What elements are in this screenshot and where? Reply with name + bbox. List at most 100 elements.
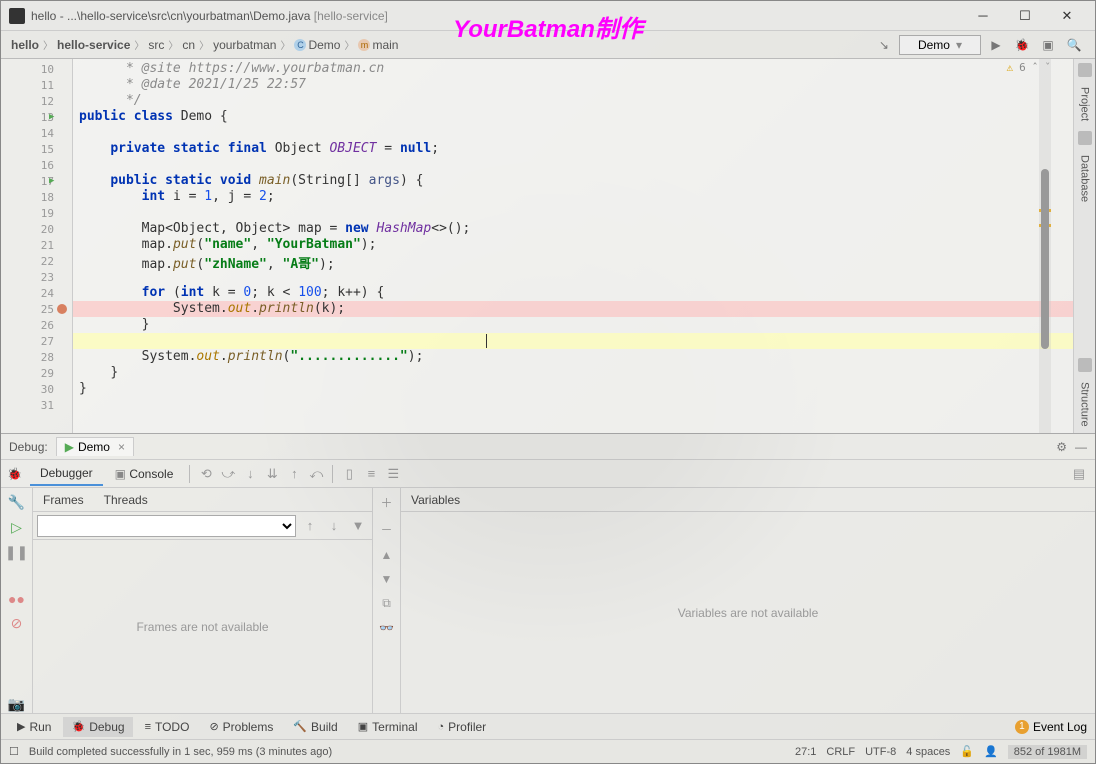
copy-icon[interactable]: ⧉ <box>382 596 391 611</box>
crumb-cn[interactable]: cn <box>182 38 195 52</box>
debug-button[interactable]: 🐞 <box>1011 34 1033 56</box>
code-editor[interactable]: 10111213▶14151617▶1819202122232425262728… <box>1 59 1073 433</box>
down-icon[interactable]: ▼ <box>381 572 393 586</box>
terminal-tool-tab[interactable]: ▣Terminal <box>350 717 426 737</box>
project-tab[interactable]: Project <box>1077 81 1093 127</box>
evaluate-icon[interactable]: ≡ <box>361 464 381 484</box>
memory-indicator[interactable]: 852 of 1981M <box>1008 745 1087 759</box>
step-restart-icon[interactable]: ⟲ <box>196 464 216 484</box>
maximize-button[interactable]: ☐ <box>1005 4 1045 28</box>
run-gutter-icon[interactable]: ▶ <box>49 176 54 186</box>
project-tab-icon[interactable] <box>1078 63 1092 77</box>
settings-icon[interactable]: 🔧 <box>8 494 25 511</box>
thread-selector[interactable] <box>37 515 296 537</box>
frames-pane: Frames Threads ↑ ↓ ▼ Frames are not avai… <box>33 488 373 713</box>
structure-tab[interactable]: Structure <box>1077 376 1093 433</box>
code-area[interactable]: * @site https://www.yourbatman.cn * @dat… <box>73 59 1073 433</box>
readonly-icon[interactable]: 🔓 <box>960 745 974 758</box>
database-tab[interactable]: Database <box>1077 149 1093 208</box>
status-icon[interactable]: ☐ <box>9 745 19 758</box>
indent-setting[interactable]: 4 spaces <box>906 746 950 758</box>
variables-empty-text: Variables are not available <box>401 512 1095 713</box>
coverage-button[interactable]: ▣ <box>1037 34 1059 56</box>
breakpoint-icon[interactable] <box>57 304 67 314</box>
debug-tool-window: Debug: ▶ Demo × ⚙ — 🐞 Debugger ▣ Console… <box>1 433 1095 713</box>
frames-empty-text: Frames are not available <box>33 540 372 713</box>
filter-icon[interactable]: ▼ <box>348 516 368 536</box>
view-breakpoints-icon[interactable]: ●● <box>8 591 25 607</box>
run-gutter-icon[interactable]: ▶ <box>49 112 54 122</box>
camera-icon[interactable]: 📷 <box>8 696 25 713</box>
run-config-selector[interactable]: Demo▾ <box>899 35 981 55</box>
force-step-into-icon[interactable]: ⇊ <box>262 464 282 484</box>
status-message: Build completed successfully in 1 sec, 9… <box>29 746 332 758</box>
close-tab-icon[interactable]: × <box>118 440 125 454</box>
run-tool-tab[interactable]: ▶Run <box>9 717 59 737</box>
glasses-icon[interactable]: 👓 <box>379 621 394 635</box>
prev-frame-icon[interactable]: ↑ <box>300 516 320 536</box>
gear-icon[interactable]: ⚙ <box>1056 440 1067 454</box>
warning-icon: ⚠ <box>1007 61 1014 74</box>
build-icon[interactable]: ↘ <box>873 34 895 56</box>
variables-tab[interactable]: Variables <box>411 493 460 507</box>
build-tool-tab[interactable]: 🔨Build <box>285 717 345 737</box>
crumb-hello-service[interactable]: hello-service <box>57 38 130 52</box>
crumb-hello[interactable]: hello <box>11 38 39 52</box>
crumb-demo[interactable]: CDemo <box>294 38 340 52</box>
debugger-tab[interactable]: Debugger <box>30 462 103 486</box>
minimize-button[interactable]: ─ <box>963 4 1003 28</box>
line-separator[interactable]: CRLF <box>826 746 855 758</box>
todo-tool-tab[interactable]: ≡TODO <box>137 717 198 737</box>
step-over-icon[interactable]: ⤻ <box>218 464 238 484</box>
database-tab-icon[interactable] <box>1078 131 1092 145</box>
layout-icon[interactable]: ▤ <box>1069 464 1089 484</box>
structure-tab-icon[interactable] <box>1078 358 1092 372</box>
remove-watch-icon[interactable]: － <box>380 521 392 538</box>
run-button[interactable]: ▶ <box>985 34 1007 56</box>
step-out-icon[interactable]: ↑ <box>284 464 304 484</box>
drop-frame-icon[interactable]: ⤺ <box>306 464 326 484</box>
file-encoding[interactable]: UTF-8 <box>865 746 896 758</box>
crumb-src[interactable]: src <box>148 38 164 52</box>
next-frame-icon[interactable]: ↓ <box>324 516 344 536</box>
inspection-icon[interactable]: 👤 <box>984 745 998 758</box>
mute-breakpoints-icon[interactable]: ⊘ <box>11 615 23 632</box>
app-icon <box>9 8 25 24</box>
rerun-icon[interactable]: 🐞 <box>7 467 22 481</box>
debug-session-tab[interactable]: ▶ Demo × <box>56 437 134 456</box>
debug-side-toolbar: 🔧 ▷ ❚❚ ●● ⊘ 📷 <box>1 488 33 713</box>
scroll-thumb[interactable] <box>1041 169 1049 349</box>
crumb-main[interactable]: mmain <box>358 38 398 52</box>
console-tab[interactable]: ▣ Console <box>105 463 184 485</box>
resume-icon[interactable]: ▷ <box>11 519 22 536</box>
status-bar: ☐ Build completed successfully in 1 sec,… <box>1 739 1095 763</box>
editor-scrollbar[interactable] <box>1039 59 1051 433</box>
threads-tab[interactable]: Threads <box>104 493 148 507</box>
cursor-position[interactable]: 27:1 <box>795 746 816 758</box>
pause-icon[interactable]: ❚❚ <box>5 544 28 561</box>
window-title: hello - ...\hello-service\src\cn\yourbat… <box>31 9 963 23</box>
profiler-tool-tab[interactable]: ◔Profiler <box>430 717 495 737</box>
close-button[interactable]: ✕ <box>1047 4 1087 28</box>
run-to-cursor-icon[interactable]: ▯ <box>339 464 359 484</box>
frames-tab[interactable]: Frames <box>43 493 84 507</box>
new-watch-icon[interactable]: ＋ <box>380 494 392 511</box>
event-log-tab[interactable]: 1 Event Log <box>1015 720 1087 734</box>
prev-highlight-icon[interactable]: ˆ <box>1032 61 1039 74</box>
run-icon: ▶ <box>65 440 74 454</box>
problems-tool-tab[interactable]: ⊘Problems <box>201 717 281 737</box>
crumb-yourbatman[interactable]: yourbatman <box>213 38 276 52</box>
step-into-icon[interactable]: ↓ <box>240 464 260 484</box>
up-icon[interactable]: ▲ <box>381 548 393 562</box>
titlebar: hello - ...\hello-service\src\cn\yourbat… <box>1 1 1095 31</box>
bottom-tool-tabs: ▶Run 🐞Debug ≡TODO ⊘Problems 🔨Build ▣Term… <box>1 713 1095 739</box>
text-cursor <box>486 334 487 348</box>
right-tool-tabs: Project Database Structure <box>1073 59 1095 433</box>
navigation-bar: hello〉 hello-service〉 src〉 cn〉 yourbatma… <box>1 31 1095 59</box>
debug-tool-tab[interactable]: 🐞Debug <box>63 717 132 737</box>
gutter[interactable]: 10111213▶14151617▶1819202122232425262728… <box>1 59 73 433</box>
search-icon[interactable]: 🔍 <box>1063 34 1085 56</box>
trace-icon[interactable]: ☰ <box>383 464 403 484</box>
variables-pane: ＋ － ▲ ▼ ⧉ 👓 Variables Variables are not … <box>373 488 1095 713</box>
hide-icon[interactable]: — <box>1075 440 1087 454</box>
